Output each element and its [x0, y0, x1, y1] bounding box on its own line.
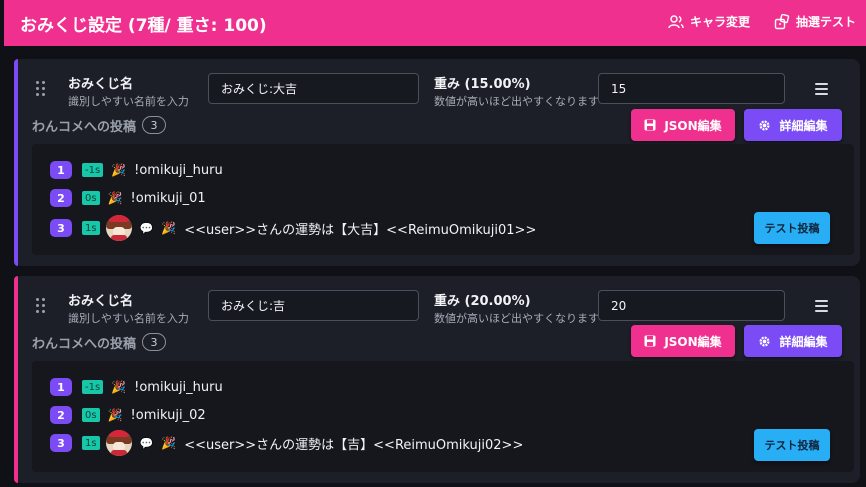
- speech-bubble-icon: 💬: [139, 436, 154, 450]
- name-label: おみくじ名: [68, 77, 134, 92]
- change-character-label: キャラ変更: [690, 15, 751, 29]
- party-popper-icon: 🎉: [107, 408, 123, 422]
- json-edit-button[interactable]: JSON編集: [631, 325, 735, 357]
- weight-label: 重み (15.00%): [434, 77, 531, 92]
- post-row: 1 -1s 🎉 !omikuji_huru: [50, 160, 223, 180]
- post-delay-badge: 0s: [82, 191, 100, 205]
- weight-label: 重み (20.00%): [434, 294, 531, 309]
- post-number-badge: 3: [50, 219, 72, 237]
- json-edit-label: JSON編集: [664, 334, 722, 349]
- party-popper-icon: 🎉: [111, 163, 127, 177]
- gear-icon: [758, 335, 771, 348]
- floppy-disk-icon: [644, 119, 656, 131]
- name-input[interactable]: おみくじ:大吉: [208, 73, 419, 104]
- post-delay-badge: -1s: [82, 380, 104, 394]
- speech-bubble-icon: 💬: [139, 221, 154, 235]
- weight-help-text: 数値が高いほど出やすくなります: [434, 95, 599, 108]
- post-delay-badge: 0s: [82, 408, 100, 422]
- detail-edit-label: 詳細編集: [779, 334, 828, 349]
- party-popper-icon: 🎉: [161, 436, 177, 450]
- detail-edit-button[interactable]: 詳細編集: [744, 325, 842, 357]
- draw-test-button[interactable]: 抽選テスト: [774, 13, 856, 30]
- post-text: !omikuji_huru: [134, 379, 223, 395]
- post-number-badge: 2: [50, 189, 72, 207]
- gear-icon: [758, 119, 771, 132]
- omikuji-card-2: おみくじ名 識別しやすい名前を入力 おみくじ:吉 重み (20.00%) 数値が…: [14, 276, 860, 483]
- name-help-text: 識別しやすい名前を入力: [68, 95, 189, 108]
- draw-test-label: 抽選テスト: [796, 15, 857, 29]
- post-row: 2 0s 🎉 !omikuji_01: [50, 188, 206, 208]
- posts-list: 1 -1s 🎉 !omikuji_huru 2 0s 🎉 !omikuji_01…: [32, 144, 854, 255]
- name-help-text: 識別しやすい名前を入力: [68, 312, 189, 325]
- party-popper-icon: 🎉: [161, 221, 177, 235]
- post-row: 2 0s 🎉 !omikuji_02: [50, 405, 206, 425]
- weight-input[interactable]: 15: [598, 73, 785, 104]
- character-avatar: [105, 430, 132, 456]
- detail-edit-label: 詳細編集: [779, 118, 828, 133]
- post-number-badge: 2: [50, 406, 72, 424]
- post-row: 3 1s 💬 🎉 <<user>>さんの運勢は【吉】<<ReimuOmikuji…: [50, 430, 524, 456]
- post-delay-badge: 1s: [82, 436, 100, 450]
- party-popper-icon: 🎉: [111, 380, 127, 394]
- post-count-badge: 3: [142, 333, 166, 351]
- test-post-button[interactable]: テスト投稿: [754, 212, 830, 244]
- post-number-badge: 1: [50, 161, 72, 179]
- post-text: !omikuji_01: [130, 190, 206, 206]
- drag-handle-icon[interactable]: [36, 298, 46, 314]
- card-accent-bar: [14, 59, 18, 266]
- post-delay-badge: 1s: [82, 221, 100, 235]
- test-post-button[interactable]: テスト投稿: [754, 429, 830, 461]
- card-accent-bar: [14, 276, 18, 483]
- omikuji-card-1: おみくじ名 識別しやすい名前を入力 おみくじ:大吉 重み (15.00%) 数値…: [14, 59, 860, 266]
- post-row: 3 1s 💬 🎉 <<user>>さんの運勢は【大吉】<<ReimuOmikuj…: [50, 215, 537, 241]
- json-edit-label: JSON編集: [664, 118, 722, 133]
- post-text: <<user>>さんの運勢は【吉】<<ReimuOmikuji02>>: [184, 437, 524, 453]
- post-number-badge: 1: [50, 378, 72, 396]
- post-text: !omikuji_huru: [134, 162, 223, 178]
- detail-edit-button[interactable]: 詳細編集: [744, 109, 842, 141]
- dice-icon: [774, 13, 790, 29]
- floppy-disk-icon: [644, 335, 656, 347]
- name-label: おみくじ名: [68, 294, 134, 309]
- posts-list: 1 -1s 🎉 !omikuji_huru 2 0s 🎉 !omikuji_02…: [32, 361, 854, 472]
- weight-input[interactable]: 20: [598, 290, 785, 321]
- post-delay-badge: -1s: [82, 163, 104, 177]
- app-header: おみくじ設定 (7種/ 重さ: 100) キャラ変更 抽選テスト: [4, 0, 866, 46]
- name-input[interactable]: おみくじ:吉: [208, 290, 419, 321]
- json-edit-button[interactable]: JSON編集: [631, 109, 735, 141]
- character-avatar: [105, 215, 132, 241]
- post-text: <<user>>さんの運勢は【大吉】<<ReimuOmikuji01>>: [184, 222, 537, 238]
- menu-icon[interactable]: [815, 300, 829, 312]
- posts-section-title: わんコメへの投稿: [32, 120, 137, 135]
- post-number-badge: 3: [50, 434, 72, 452]
- page-title: おみくじ設定 (7種/ 重さ: 100): [20, 15, 267, 36]
- party-popper-icon: 🎉: [107, 191, 123, 205]
- post-text: !omikuji_02: [130, 407, 206, 423]
- users-icon: [668, 14, 684, 28]
- menu-icon[interactable]: [815, 83, 829, 95]
- drag-handle-icon[interactable]: [36, 81, 46, 97]
- post-row: 1 -1s 🎉 !omikuji_huru: [50, 377, 223, 397]
- weight-help-text: 数値が高いほど出やすくなります: [434, 312, 599, 325]
- posts-section-title: わんコメへの投稿: [32, 337, 137, 352]
- post-count-badge: 3: [142, 116, 166, 134]
- change-character-button[interactable]: キャラ変更: [668, 13, 750, 30]
